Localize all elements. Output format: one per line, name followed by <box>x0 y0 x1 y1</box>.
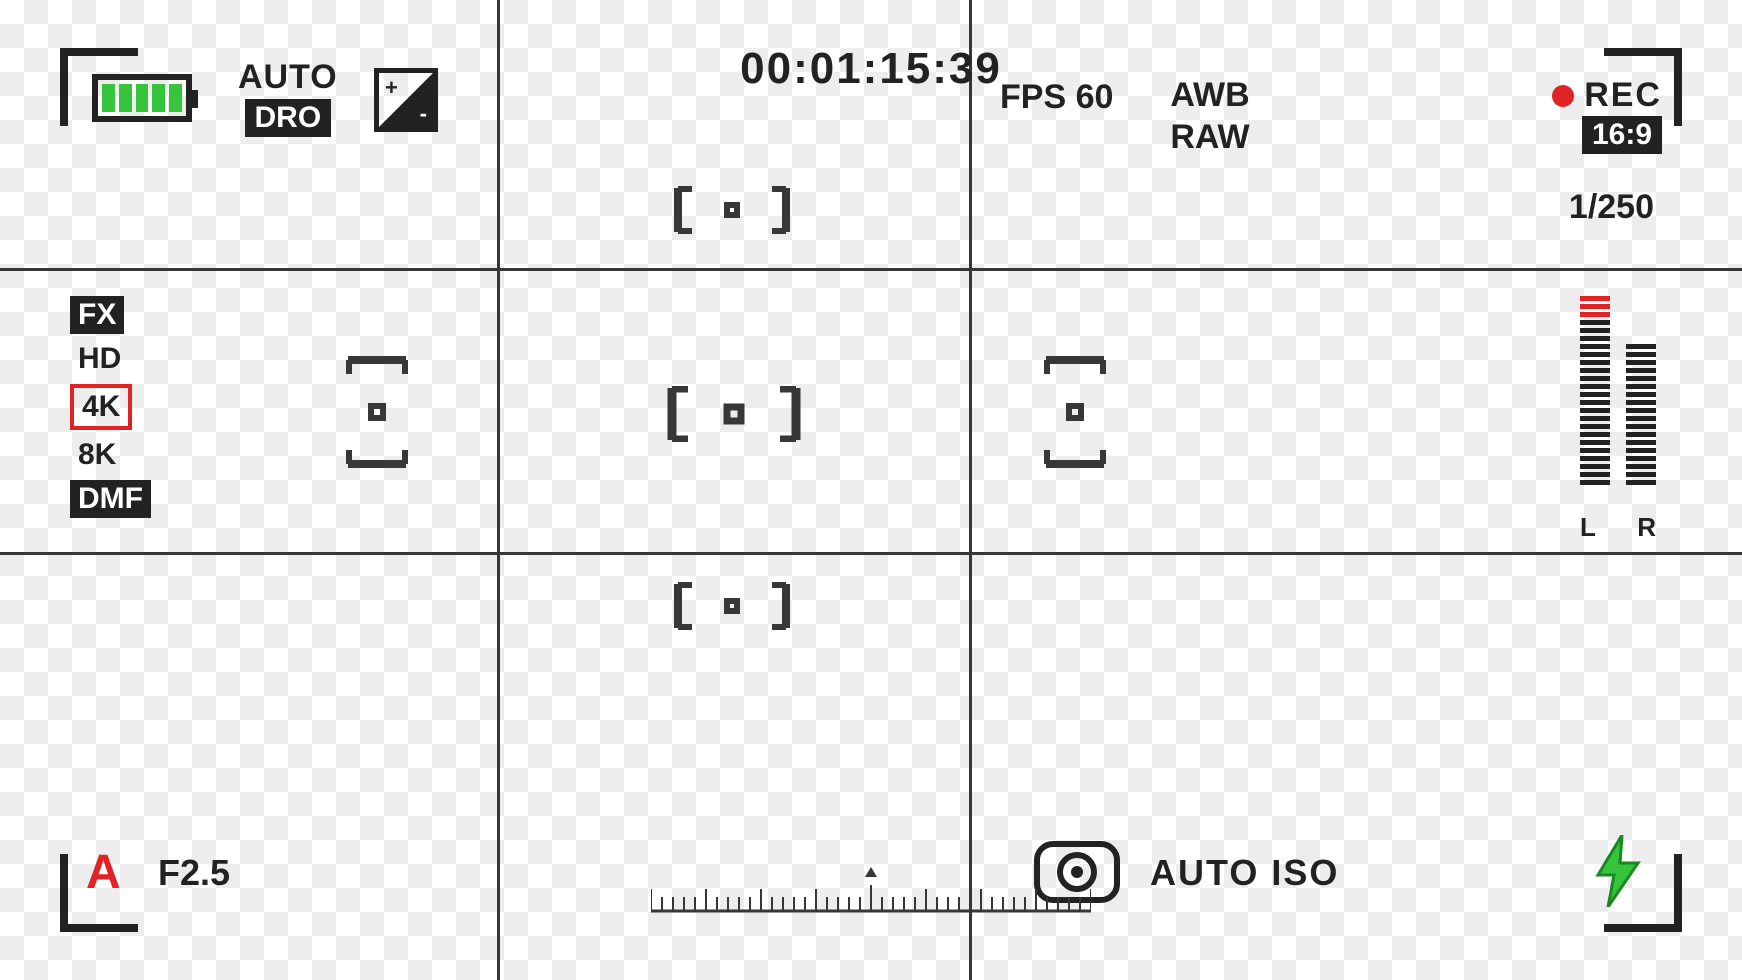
exposure-scale-icon <box>651 865 1091 918</box>
focus-point-icon <box>672 186 792 234</box>
mode-hd[interactable]: HD <box>70 340 129 378</box>
mode-dmf[interactable]: DMF <box>70 480 151 518</box>
fps-label: FPS 60 <box>1000 78 1113 117</box>
grid-line <box>497 0 500 980</box>
flash-icon[interactable] <box>1594 835 1642 912</box>
rec-indicator: REC <box>1552 76 1662 115</box>
mode-fx[interactable]: FX <box>70 296 124 334</box>
aspect-ratio-chip: 16:9 <box>1582 116 1662 154</box>
audio-right-label: R <box>1637 512 1656 543</box>
audio-right-bar <box>1626 344 1656 485</box>
aperture-label: F2.5 <box>158 852 230 894</box>
rec-label: REC <box>1584 76 1662 115</box>
mode-4k[interactable]: 4K <box>70 384 132 430</box>
dro-chip: DRO <box>245 99 332 137</box>
exposure-mode-label[interactable]: A <box>86 845 121 900</box>
shutter-speed-label: 1/250 <box>1569 188 1654 227</box>
audio-level-meter <box>1580 296 1656 485</box>
grid-line <box>969 0 972 980</box>
camera-viewfinder: AUTO DRO +- 00:01:15:39 FPS 60 AWB RAW R… <box>0 0 1742 980</box>
grid-line <box>0 268 1742 271</box>
focus-point-icon <box>346 352 408 472</box>
audio-channel-labels: L R <box>1580 512 1656 543</box>
timecode-display: 00:01:15:39 <box>0 44 1742 94</box>
record-dot-icon <box>1552 85 1574 107</box>
focus-point-icon <box>1044 352 1106 472</box>
focus-point-icon <box>672 582 792 630</box>
raw-label: RAW <box>1150 118 1270 157</box>
resolution-mode-stack[interactable]: FX HD 4K 8K DMF <box>70 296 151 518</box>
auto-iso-label: AUTO ISO <box>1150 852 1339 894</box>
audio-left-label: L <box>1580 512 1596 543</box>
mode-8k[interactable]: 8K <box>70 436 124 474</box>
grid-line <box>0 552 1742 555</box>
audio-left-bar <box>1580 296 1610 485</box>
awb-label: AWB <box>1150 76 1270 115</box>
focus-point-center-icon <box>664 386 804 442</box>
